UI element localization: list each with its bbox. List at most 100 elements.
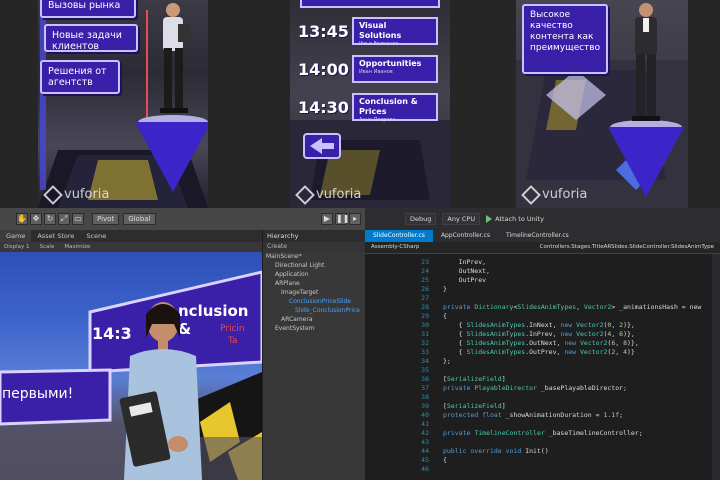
hierarchy-item[interactable]: Application [263,270,365,279]
code-line: private Dictionary<SlidesAnimTypes, Vect… [443,303,702,311]
line-number: 31 [421,330,429,338]
unity-editor: ✋ ✥ ↻ ⤢ ▭ Pivot Global ▶ ❚❚ ▸ Game Asset… [0,208,365,480]
hierarchy-item[interactable]: ImageTarget [263,288,365,297]
sign-new-tasks: Новые задачи клиентов [44,24,138,52]
slot-card: Opportunities Иван Иванов [352,55,438,83]
hierarchy-create-button[interactable]: Create [263,242,365,252]
line-number-gutter [365,254,399,480]
pause-icon[interactable]: ❚❚ [335,213,349,225]
tab-scene[interactable]: Scene [80,230,112,242]
tab-asset-store[interactable]: Asset Store [31,230,80,242]
vs-toolbar: Debug Any CPU Attach to Unity [365,208,720,230]
banner-subtitle: Pricin [220,324,245,334]
scale-slider[interactable]: Scale [40,244,55,250]
schedule-slot-2: 14:00 Opportunities Иван Иванов [298,54,438,84]
line-number: 27 [421,294,429,302]
vuforia-watermark: vuforia [43,184,110,205]
line-number: 23 [421,258,429,266]
sign-market-challenges: Вызовы рынка [40,0,136,18]
tab-game[interactable]: Game [0,230,32,242]
schedule-slot-3: 14:30 Conclusion & Prices Анна Петрова [298,92,438,123]
pivot-toggle[interactable]: Pivot [92,213,120,225]
global-toggle[interactable]: Global [123,213,156,225]
play-controls: ▶ ❚❚ ▸ [321,213,361,225]
rotate-tool-icon[interactable]: ↻ [44,213,56,225]
slot-time: 13:45 [298,21,349,41]
tab-timelinecontroller[interactable]: TimelineController.cs [498,230,577,242]
code-line: private PlayableDirector _basePlayableDi… [443,384,627,392]
code-line: { SlidesAnimTypes.InPrev, new Vector2(4,… [443,330,635,338]
line-number: 40 [421,411,429,419]
slot-title: Opportunities [359,59,422,68]
member-dropdown[interactable]: Controllers.Stages.TitleARSlides.SlideCo… [540,242,714,253]
slot-card: Visual Solutions Илья Волгинов [352,17,438,47]
hierarchy-item[interactable]: Directional Light [263,261,365,270]
ar-view-schedule: 13:45 Visual Solutions Илья Волгинов 14:0… [290,0,450,208]
platform-select[interactable]: Any CPU [442,213,481,225]
line-number: 32 [421,339,429,347]
line-number: 26 [421,285,429,293]
play-icon[interactable]: ▶ [321,213,333,225]
line-number: 38 [421,393,429,401]
line-number: 29 [421,312,429,320]
hierarchy-item[interactable]: EventSystem [263,324,365,333]
scale-tool-icon[interactable]: ⤢ [58,213,70,225]
presenter-man-figure [632,3,660,121]
line-number: 46 [421,465,429,473]
sign-text: Вызовы рынка [48,0,121,11]
slot-card: Conclusion & Prices Анна Петрова [352,93,438,123]
presenter-woman-figure [160,3,190,113]
vuforia-watermark: vuforia [295,184,361,205]
code-line: { [443,312,447,320]
line-number: 44 [421,447,429,455]
hierarchy-item[interactable]: ARPlane [263,279,365,288]
slot-speaker: Иван Иванов [359,69,393,75]
line-number: 43 [421,438,429,446]
project-dropdown[interactable]: Assembly-CSharp [371,242,419,253]
code-line: { SlidesAnimTypes.OutNext, new Vector2(6… [443,339,639,347]
ar-view-market-challenges: Вызовы рынка Новые задачи клиентов Решен… [38,0,208,208]
step-icon[interactable]: ▸ [349,213,361,225]
left-sign-text: первыми! [2,386,74,402]
pedestal-cone [135,122,208,192]
slot-title: Visual Solutions [359,21,402,40]
hierarchy-tab[interactable]: Hierarchy [263,230,365,242]
line-number: 28 [421,303,429,311]
rect-tool-icon[interactable]: ▭ [72,213,84,225]
game-view-bar: Display 1 Scale Maximize [0,242,262,252]
maximize-toggle[interactable]: Maximize [64,244,90,250]
woman-avatar-figure [119,302,202,480]
configuration-select[interactable]: Debug [405,213,437,225]
sign-agency-solutions: Решения от агентств [40,60,120,94]
code-line: [SerializeField] [443,402,506,410]
sign-text: Новые задачи клиентов [52,30,122,52]
hierarchy-item[interactable]: Slide_ConclusionPrice [263,306,365,315]
sign-text: Решения от агентств [48,66,107,88]
slot-title: Conclusion & Prices [359,97,418,116]
vuforia-logo-icon [521,184,541,205]
hierarchy-item[interactable]: ARCamera [263,315,365,324]
slot-card-previous [300,0,440,8]
pedestal-cone [608,127,684,197]
hierarchy-item[interactable]: MainScene* [263,252,365,261]
game-view[interactable]: 14:3 nclusion & Pricin Ta первыми! [0,252,262,480]
display-select[interactable]: Display 1 [4,244,30,250]
hierarchy-item[interactable]: ConclusionPriceSlide [263,297,365,306]
tab-appcontroller[interactable]: AppController.cs [433,230,498,242]
code-line: OutPrev [443,276,487,284]
vuforia-label: vuforia [64,187,110,202]
code-line: InPrev, [443,258,487,266]
attach-button[interactable]: Attach to Unity [486,215,544,223]
code-editor[interactable]: 23 24 25 26 27 28 29 30 31 32 33 34 35 3… [399,254,720,480]
tab-slidecontroller[interactable]: SlideController.cs [365,230,433,242]
slot-speaker: Илья Волгинов [359,41,399,47]
play-icon [486,215,493,223]
back-arrow-icon[interactable] [302,132,342,160]
move-tool-icon[interactable]: ✥ [30,213,42,225]
line-number: 24 [421,267,429,275]
line-number: 34 [421,357,429,365]
vs-scrollbar[interactable] [712,254,720,480]
slot-speaker: Анна Петрова [359,117,396,123]
line-number: 37 [421,384,429,392]
hand-tool-icon[interactable]: ✋ [16,213,28,225]
